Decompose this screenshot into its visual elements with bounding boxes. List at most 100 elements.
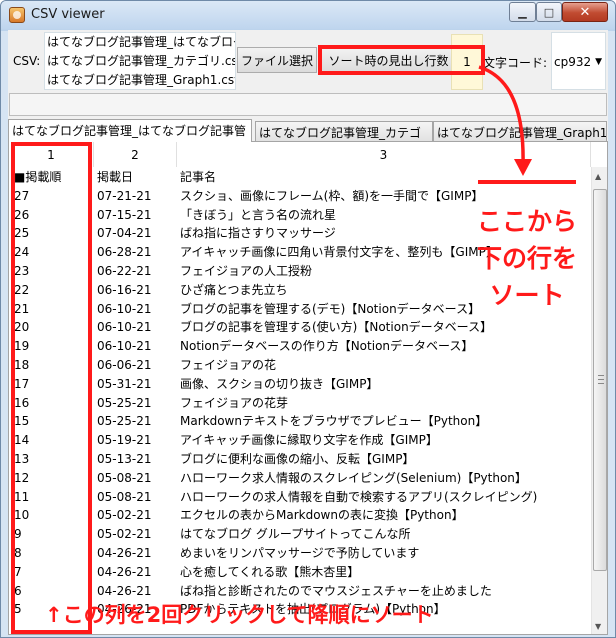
table-cell: フェイジョアの花芽 xyxy=(180,395,289,410)
table-cell: 7 xyxy=(14,564,22,579)
table-cell: 06-28-21 xyxy=(97,245,152,260)
table-cell: ハローワークの求人情報を自動で検索するアプリ(スクレイピング) xyxy=(180,489,538,504)
table-cell: 17 xyxy=(14,376,30,391)
table-cell: 11 xyxy=(14,489,30,504)
table-row[interactable]: 18 06-06-21 フェイジョアの花 xyxy=(9,356,591,374)
table-cell: 05-25-21 xyxy=(97,395,152,410)
annotation-arrow xyxy=(478,65,532,176)
select-file-button[interactable]: ファイル選択 xyxy=(237,47,317,73)
scroll-up-icon[interactable]: ▲ xyxy=(595,172,601,181)
file-list[interactable]: はてなブログ記事管理_はてなブログ はてなブログ記事管理_カテゴリ.csv はて… xyxy=(44,32,236,90)
table-cell: 06-22-21 xyxy=(97,264,152,278)
annotation-line: 下の行を xyxy=(476,244,577,273)
table-cell: 23 xyxy=(14,264,30,278)
table-cell: 06-10-21 xyxy=(97,320,152,335)
table-cell: 心を癒してくれる歌【熊木杏里】 xyxy=(180,564,360,579)
table-cell: ばね指と診断されたのでマウスジェスチャーを止めました xyxy=(180,583,492,598)
table-cell: 04-26-21 xyxy=(97,564,152,579)
table-cell: 18 xyxy=(14,358,30,372)
table-cell: Markdownテキストをブラウザでプレビュー【Python】 xyxy=(180,414,488,429)
table-cell: ハローワーク求人情報のスクレイピング(Selenium)【Python】 xyxy=(180,470,527,485)
table-row[interactable]: 7 04-26-21 心を癒してくれる歌【熊木杏里】 xyxy=(9,563,591,581)
table-cell: 16 xyxy=(14,395,30,410)
table-cell: 05-02-21 xyxy=(97,527,152,542)
table-cell: 04-26-21 xyxy=(97,546,152,560)
maximize-button[interactable]: □ xyxy=(536,2,562,22)
column-header-2[interactable]: 2 xyxy=(94,142,177,167)
app-icon xyxy=(9,7,25,23)
table-row[interactable]: 13 05-13-21 ブログに便利な画像の縮小、反転【GIMP】 xyxy=(9,450,591,468)
table-cell: 25 xyxy=(14,226,30,241)
table-cell: ブログに便利な画像の縮小、反転【GIMP】 xyxy=(180,452,415,466)
scroll-thumb[interactable] xyxy=(593,189,607,571)
encoding-value: cp932 xyxy=(554,55,592,69)
table-cell: 12 xyxy=(14,470,30,485)
table-cell: 掲載日 xyxy=(97,170,134,184)
table-row[interactable]: 17 05-31-21 画像、スクショの切り抜き【GIMP】 xyxy=(9,375,591,393)
table-row[interactable]: 12 05-08-21 ハローワーク求人情報のスクレイピング(Selenium)【P… xyxy=(9,469,591,487)
table-row[interactable]: 6 04-26-21 ばね指と診断されたのでマウスジェスチャーを止めました xyxy=(9,582,591,600)
vertical-scrollbar[interactable]: ▲ ▼ xyxy=(591,167,607,634)
table-cell: 6 xyxy=(14,583,22,598)
table-cell: エクセルの表からMarkdownの表に変換【Python】 xyxy=(180,508,464,523)
table-cell: ひざ痛とつま先立ち xyxy=(180,282,288,297)
table-cell: 22 xyxy=(14,282,30,297)
table-row[interactable]: 14 05-19-21 アイキャッチ画像に縁取り文字を作成【GIMP】 xyxy=(9,431,591,449)
annotation-click-column: ↑この列を2回クリックして降順にソート xyxy=(45,603,434,627)
table-cell: はてなブログ グループサイトってこんな所 xyxy=(180,527,411,542)
minimize-icon: ▁ xyxy=(518,5,527,19)
table-cell: 04-26-21 xyxy=(97,583,152,598)
table-cell: 13 xyxy=(14,452,30,466)
table-cell: 06-10-21 xyxy=(97,339,152,354)
table-cell: 24 xyxy=(14,245,30,260)
table-cell: 9 xyxy=(14,527,22,542)
column-header-1[interactable]: 1 xyxy=(9,142,94,167)
file-list-item[interactable]: はてなブログ記事管理_Graph1.csv xyxy=(47,71,235,89)
highlight-header-underline xyxy=(478,180,576,184)
table-cell: フェイジョアの人工授粉 xyxy=(180,264,313,278)
table-row[interactable]: 8 04-26-21 めまいをリンパマッサージで予防しています xyxy=(9,544,591,562)
table-row[interactable]: 20 06-10-21 ブログの記事を管理する(使い方)【Notionデータベース】 xyxy=(9,318,591,336)
sort-header-rows-button[interactable]: ソート時の見出し行数 xyxy=(320,47,457,73)
table-cell: 15 xyxy=(14,414,30,429)
encoding-select[interactable]: cp932 ▼ xyxy=(551,32,606,90)
annotation-line: ソート xyxy=(489,281,565,310)
table-cell: 10 xyxy=(14,508,30,523)
table-cell: 05-02-21 xyxy=(97,508,152,523)
table-cell: 14 xyxy=(14,433,30,448)
table-cell: 06-16-21 xyxy=(97,282,152,297)
annotation-sort-from-here: ここから 下の行を ソート xyxy=(469,203,585,314)
minimize-button[interactable]: ▁ xyxy=(509,2,536,22)
table-cell: ■掲載順 xyxy=(14,170,62,184)
table-row[interactable]: 9 05-02-21 はてなブログ グループサイトってこんな所 xyxy=(9,525,591,543)
table-cell: 記事名 xyxy=(180,170,217,184)
table-cell: 06-10-21 xyxy=(97,301,152,316)
table-row[interactable]: 10 05-02-21 エクセルの表からMarkdownの表に変換【Python】 xyxy=(9,506,591,524)
table-cell: 07-04-21 xyxy=(97,226,152,241)
table-row[interactable]: 15 05-25-21 Markdownテキストをブラウザでプレビュー【Python… xyxy=(9,412,591,430)
table-cell: ばね指に指さすりマッサージ xyxy=(180,226,336,241)
close-button[interactable]: ✕ xyxy=(562,2,608,22)
table-cell: 05-31-21 xyxy=(97,376,152,391)
table-row[interactable]: 11 05-08-21 ハローワークの求人情報を自動で検索するアプリ(スクレイピング… xyxy=(9,488,591,506)
chevron-down-icon: ▼ xyxy=(595,57,602,67)
table-cell: 8 xyxy=(14,546,22,560)
table-cell: 「きぼう」と言う名の流れ星 xyxy=(180,207,337,222)
table-cell: 21 xyxy=(14,301,30,316)
annotation-line: ここから xyxy=(476,207,577,236)
table-cell: フェイジョアの花 xyxy=(180,358,277,372)
table-cell: 07-15-21 xyxy=(97,207,152,222)
table-cell: 05-08-21 xyxy=(97,489,152,504)
table-row[interactable]: 16 05-25-21 フェイジョアの花芽 xyxy=(9,394,591,412)
table-row[interactable]: 19 06-10-21 Notionデータベースの作り方【Notionデータベース】 xyxy=(9,337,591,355)
table-cell: アイキャッチ画像に四角い背景付文字を、整列も【GIMP】 xyxy=(180,245,498,260)
table-cell: 画像、スクショの切り抜き【GIMP】 xyxy=(180,376,379,391)
tab-file-1[interactable]: はてなブログ記事管理_はてなブログ記事管 xyxy=(8,119,252,142)
file-list-item[interactable]: はてなブログ記事管理_カテゴリ.csv xyxy=(47,52,235,71)
tab-file-2[interactable]: はてなブログ記事管理_カテゴ xyxy=(255,121,433,141)
table-cell: 07-21-21 xyxy=(97,188,152,203)
window-title: CSV viewer xyxy=(31,7,105,22)
table-cell: 05-19-21 xyxy=(97,433,152,448)
title-bar[interactable]: CSV viewer ▁ □ ✕ xyxy=(1,1,615,29)
file-list-item[interactable]: はてなブログ記事管理_はてなブログ xyxy=(47,33,235,52)
